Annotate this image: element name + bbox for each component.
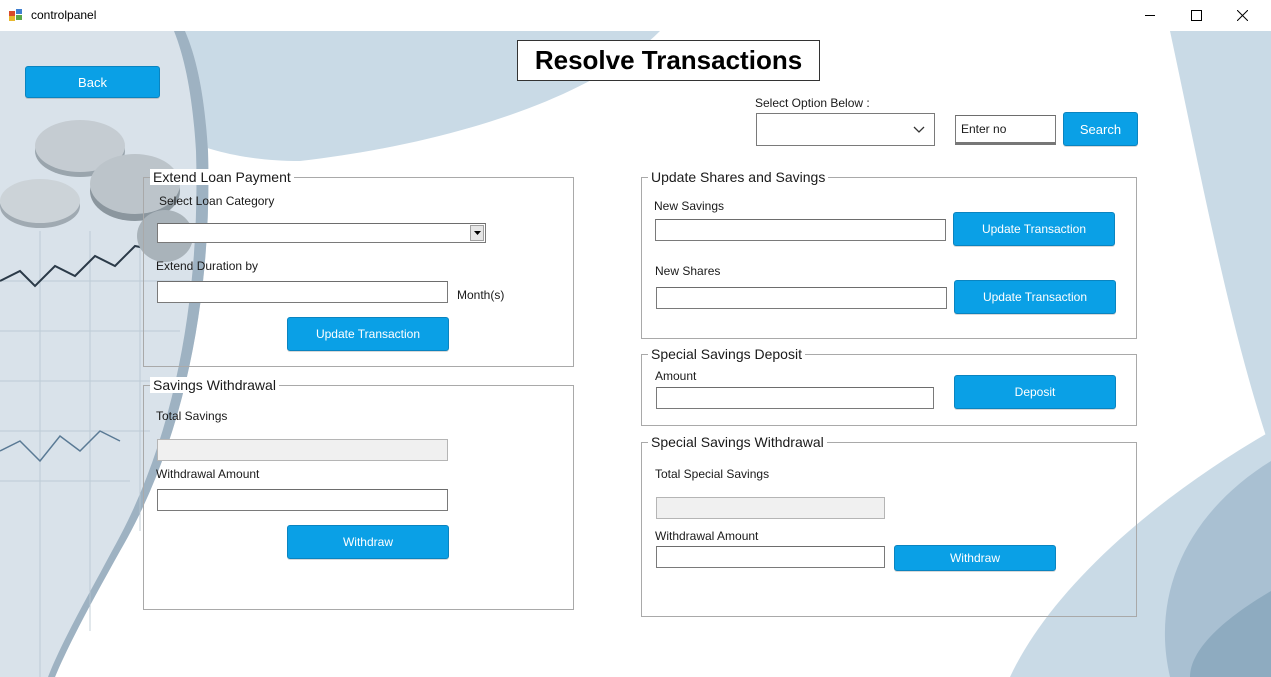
chevron-down-icon (913, 126, 925, 133)
back-button[interactable]: Back (25, 66, 160, 98)
savings-withdrawal-legend: Savings Withdrawal (150, 377, 279, 393)
special-withdrawal-amount-input[interactable] (656, 546, 885, 568)
loan-category-label: Select Loan Category (159, 194, 275, 208)
client-area: Back Resolve Transactions Select Option … (0, 31, 1271, 677)
close-button[interactable] (1219, 0, 1265, 31)
dropdown-arrow-button[interactable] (470, 225, 484, 241)
deposit-button[interactable]: Deposit (954, 375, 1116, 409)
total-special-savings-label: Total Special Savings (655, 467, 770, 481)
new-shares-label: New Shares (655, 264, 721, 278)
window-titlebar: controlpanel (0, 0, 1271, 32)
maximize-icon (1190, 10, 1202, 21)
withdrawal-amount-label: Withdrawal Amount (156, 467, 260, 481)
minimize-icon (1144, 15, 1155, 16)
search-input[interactable]: Enter no (955, 115, 1056, 145)
update-shares-button[interactable]: Update Transaction (954, 280, 1116, 314)
special-deposit-legend: Special Savings Deposit (648, 346, 805, 362)
loan-category-dropdown[interactable] (157, 223, 486, 243)
extend-loan-update-button[interactable]: Update Transaction (287, 317, 449, 351)
maximize-button[interactable] (1173, 0, 1219, 31)
select-option-label: Select Option Below : (755, 96, 870, 110)
new-savings-label: New Savings (654, 199, 725, 213)
deposit-amount-input[interactable] (656, 387, 934, 409)
extend-duration-label: Extend Duration by (156, 259, 259, 273)
savings-withdraw-button[interactable]: Withdraw (287, 525, 449, 559)
total-special-savings-field (656, 497, 885, 519)
update-savings-button[interactable]: Update Transaction (953, 212, 1115, 246)
special-withdraw-button[interactable]: Withdraw (894, 545, 1056, 571)
deposit-amount-label: Amount (655, 369, 697, 383)
new-savings-input[interactable] (655, 219, 946, 241)
chevron-down-icon (473, 231, 481, 235)
extend-duration-input[interactable] (157, 281, 448, 303)
withdrawal-amount-input[interactable] (157, 489, 448, 511)
search-button[interactable]: Search (1063, 112, 1138, 146)
extend-loan-legend: Extend Loan Payment (150, 169, 294, 185)
page-title: Resolve Transactions (517, 40, 820, 81)
search-input-value: Enter no (961, 122, 1007, 136)
total-savings-label: Total Savings (156, 409, 228, 423)
window-title: controlpanel (31, 8, 97, 22)
special-withdrawal-legend: Special Savings Withdrawal (648, 434, 827, 450)
shares-savings-legend: Update Shares and Savings (648, 169, 829, 185)
close-icon (1236, 10, 1248, 21)
app-icon (9, 9, 22, 21)
minimize-button[interactable] (1127, 0, 1173, 31)
total-savings-field (157, 439, 448, 461)
new-shares-input[interactable] (656, 287, 947, 309)
select-option-dropdown[interactable] (756, 113, 935, 146)
months-label: Month(s) (457, 288, 505, 302)
special-withdrawal-amount-label: Withdrawal Amount (655, 529, 759, 543)
